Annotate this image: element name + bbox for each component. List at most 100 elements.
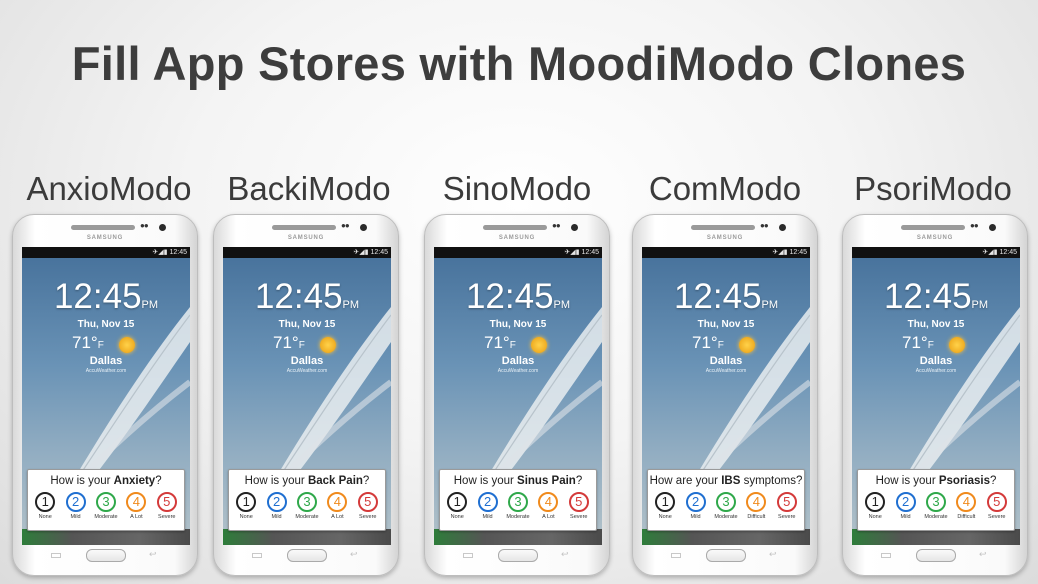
rating-option[interactable]: 1 None <box>650 492 680 520</box>
temperature-value: 71° <box>273 333 299 352</box>
sensor-dots: ●● <box>140 221 149 230</box>
sun-icon <box>739 337 755 353</box>
rating-circle[interactable]: 5 <box>776 492 797 512</box>
rating-circle[interactable]: 5 <box>357 492 378 512</box>
rating-option[interactable]: 3 Moderate <box>711 492 741 520</box>
rating-option[interactable]: 2 Mild <box>262 492 292 520</box>
rating-option[interactable]: 4 A Lot <box>121 492 151 520</box>
home-button[interactable] <box>86 549 126 562</box>
weather-city: Dallas <box>89 355 123 367</box>
earpiece-speaker <box>901 225 965 230</box>
phone-screen: ✈◢▮ 12:45 12:45PM Thu, Nov 15 71°F Dallas Acc… <box>642 247 810 545</box>
rating-circle[interactable]: 4 <box>538 492 559 512</box>
rating-circle[interactable]: 3 <box>715 492 736 512</box>
rating-option[interactable]: 1 None <box>231 492 261 520</box>
rating-circle[interactable]: 4 <box>956 492 977 512</box>
rating-label: Severe <box>359 514 377 520</box>
rating-option[interactable]: 4 Difficult <box>741 492 771 520</box>
sun-icon <box>531 337 547 353</box>
hardware-nav-bar: ↩ <box>425 549 609 563</box>
rating-label: None <box>658 514 672 520</box>
weather-city: Dallas <box>709 355 743 367</box>
lockscreen-date: Thu, Nov 15 <box>697 319 755 330</box>
home-button[interactable] <box>916 549 956 562</box>
rating-circle[interactable]: 1 <box>655 492 676 512</box>
rating-circle[interactable]: 1 <box>865 492 886 512</box>
rating-option[interactable]: 3 Moderate <box>292 492 322 520</box>
rating-option[interactable]: 2 Mild <box>61 492 91 520</box>
rating-option[interactable]: 4 A Lot <box>533 492 563 520</box>
rating-circle[interactable]: 2 <box>477 492 498 512</box>
rating-circle[interactable]: 4 <box>746 492 767 512</box>
menu-key-icon[interactable] <box>463 553 473 558</box>
home-button[interactable] <box>287 549 327 562</box>
rating-circle[interactable]: 5 <box>568 492 589 512</box>
rating-circle[interactable]: 1 <box>236 492 257 512</box>
clock-suffix: PM <box>553 299 571 311</box>
home-button[interactable] <box>498 549 538 562</box>
back-key-icon[interactable]: ↩ <box>769 549 777 560</box>
symptom-survey-widget: How are your IBS symptoms? 1 None 2 Mild 3 Mod… <box>647 469 805 531</box>
lockscreen-date: Thu, Nov 15 <box>77 319 135 330</box>
rating-circle[interactable]: 2 <box>266 492 287 512</box>
phone-screen: ✈◢▮ 12:45 12:45PM Thu, Nov 15 71°F Dallas Acc… <box>223 247 391 545</box>
rating-label: Moderate <box>506 514 530 520</box>
rating-option[interactable]: 5 Severe <box>152 492 182 520</box>
rating-option[interactable]: 3 Moderate <box>921 492 951 520</box>
sensor-dots: ●● <box>552 221 561 230</box>
rating-circle[interactable]: 3 <box>507 492 528 512</box>
back-key-icon[interactable]: ↩ <box>149 549 157 560</box>
rating-circle[interactable]: 1 <box>35 492 56 512</box>
rating-option[interactable]: 5 Severe <box>564 492 594 520</box>
front-camera <box>989 224 996 231</box>
question-prefix: How is your <box>244 475 308 487</box>
hardware-nav-bar: ↩ <box>13 549 197 563</box>
rating-option[interactable]: 2 Mild <box>473 492 503 520</box>
phone-backimodo: ●● SAMSUNG ✈◢▮ 12:45 12:45PM Thu, Nov 15 71°F… <box>213 214 399 576</box>
temperature: 71°F <box>902 333 934 353</box>
rating-option[interactable]: 1 None <box>860 492 890 520</box>
earpiece-speaker <box>71 225 135 230</box>
rating-circle[interactable]: 1 <box>447 492 468 512</box>
earpiece-speaker <box>272 225 336 230</box>
menu-key-icon[interactable] <box>51 553 61 558</box>
rating-circle[interactable]: 2 <box>685 492 706 512</box>
phone-commodo: ●● SAMSUNG ✈◢▮ 12:45 12:45PM Thu, Nov 15 71°F… <box>632 214 818 576</box>
rating-circle[interactable]: 3 <box>296 492 317 512</box>
rating-circle[interactable]: 3 <box>925 492 946 512</box>
rating-option[interactable]: 4 Difficult <box>951 492 981 520</box>
rating-circle[interactable]: 2 <box>895 492 916 512</box>
menu-key-icon[interactable] <box>881 553 891 558</box>
rating-circle[interactable]: 5 <box>986 492 1007 512</box>
rating-option[interactable]: 5 Severe <box>353 492 383 520</box>
rating-option[interactable]: 3 Moderate <box>503 492 533 520</box>
rating-option[interactable]: 4 A Lot <box>322 492 352 520</box>
rating-circle[interactable]: 5 <box>156 492 177 512</box>
weather-source: AccuWeather.com <box>85 368 127 374</box>
rating-option[interactable]: 3 Moderate <box>91 492 121 520</box>
rating-label: Difficult <box>957 514 976 520</box>
symptom-survey-widget: How is your Anxiety? 1 None 2 Mild 3 Moderate 4… <box>27 469 185 531</box>
home-button[interactable] <box>706 549 746 562</box>
rating-label: Moderate <box>714 514 738 520</box>
rating-option[interactable]: 1 None <box>442 492 472 520</box>
menu-key-icon[interactable] <box>671 553 681 558</box>
back-key-icon[interactable]: ↩ <box>350 549 358 560</box>
rating-circle[interactable]: 3 <box>95 492 116 512</box>
back-key-icon[interactable]: ↩ <box>561 549 569 560</box>
rating-circle[interactable]: 2 <box>65 492 86 512</box>
menu-key-icon[interactable] <box>252 553 262 558</box>
rating-label: Difficult <box>747 514 766 520</box>
rating-option[interactable]: 5 Severe <box>982 492 1012 520</box>
rating-option[interactable]: 2 Mild <box>891 492 921 520</box>
slide-title: Fill App Stores with MoodiModo Clones <box>71 37 967 90</box>
rating-option[interactable]: 2 Mild <box>681 492 711 520</box>
front-camera <box>779 224 786 231</box>
rating-circle[interactable]: 4 <box>327 492 348 512</box>
weather-source: AccuWeather.com <box>915 368 957 374</box>
back-key-icon[interactable]: ↩ <box>979 549 987 560</box>
rating-option[interactable]: 1 None <box>30 492 60 520</box>
rating-circle[interactable]: 4 <box>126 492 147 512</box>
rating-option[interactable]: 5 Severe <box>772 492 802 520</box>
rating-scale: 1 None 2 Mild 3 Moderate 4 A Lot 5 Severe <box>28 492 184 520</box>
